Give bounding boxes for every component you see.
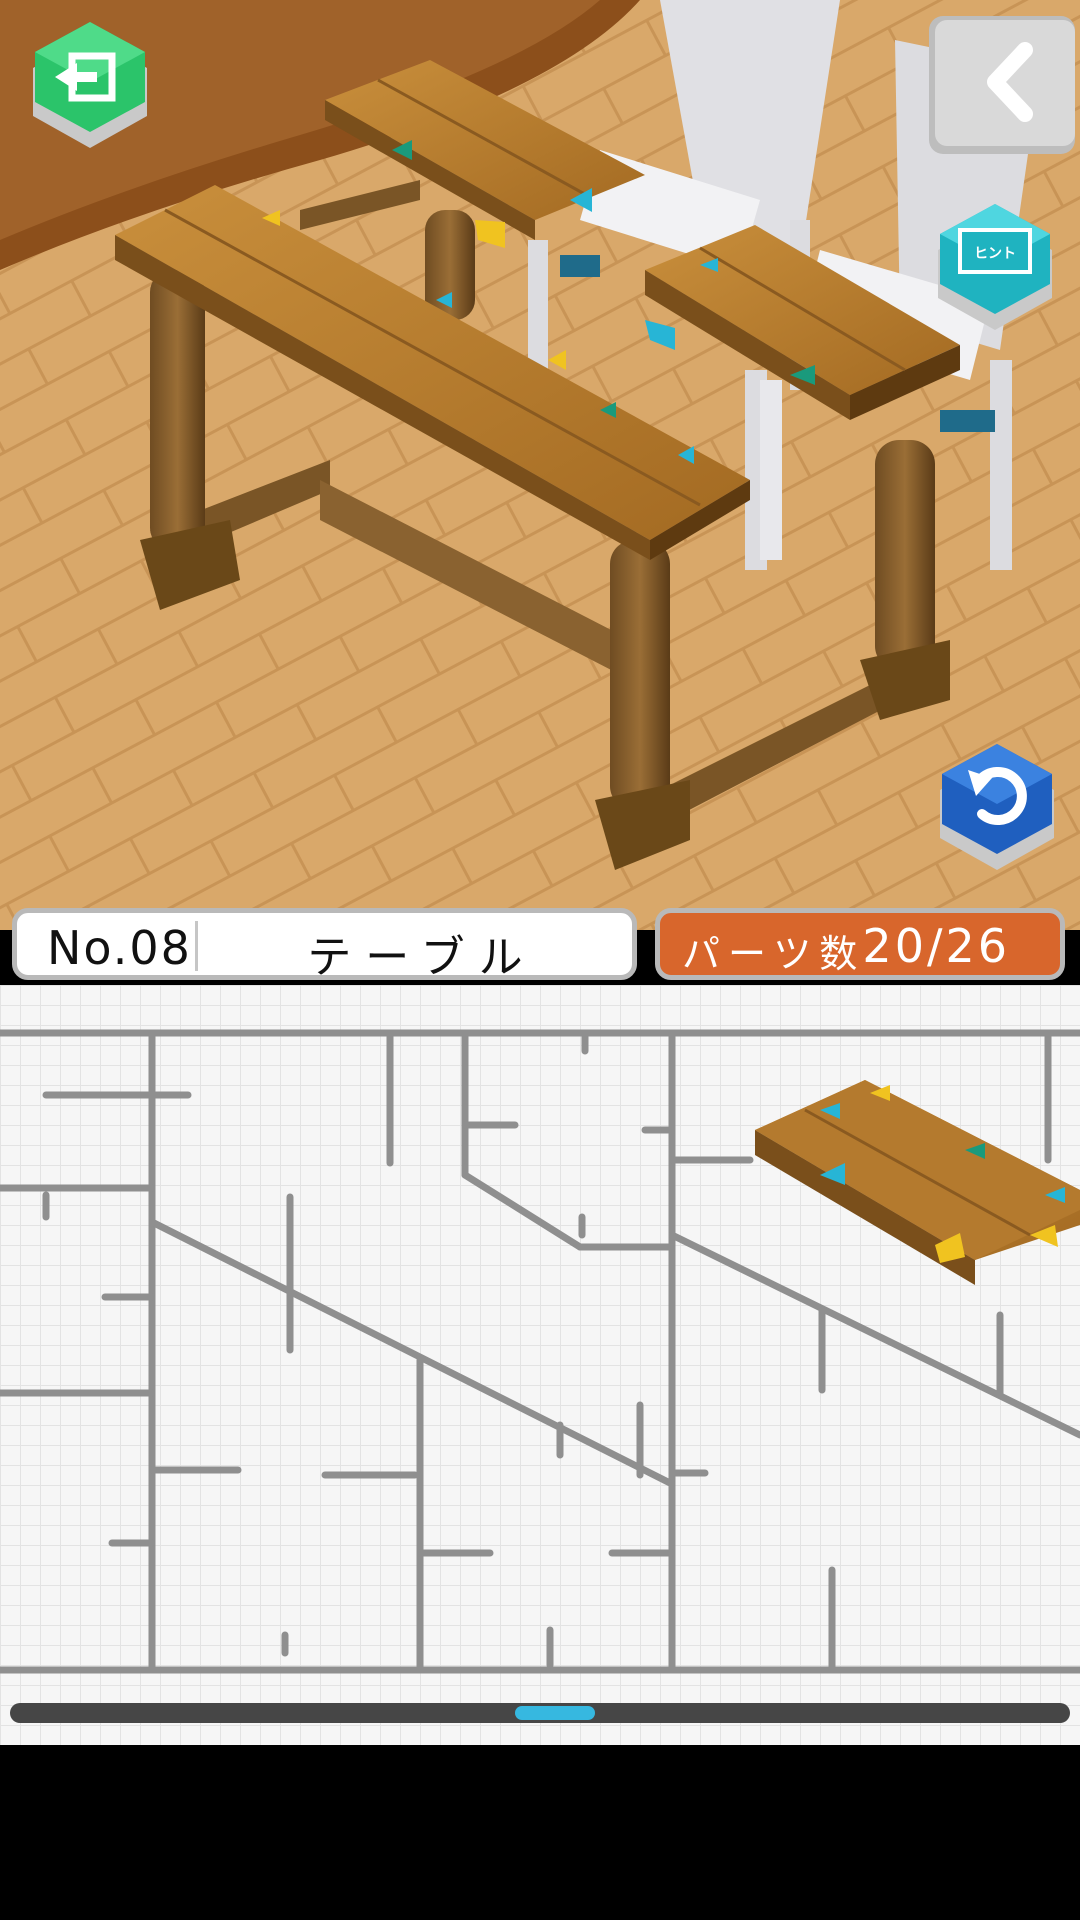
level-name: テーブル <box>307 932 537 983</box>
scene-illustration <box>0 0 1080 930</box>
parts-tray-grid <box>0 1029 1080 1674</box>
level-info: No.08 テーブル <box>12 908 637 983</box>
parts-tray[interactable] <box>0 985 1080 1745</box>
chevron-left-icon <box>929 16 1075 154</box>
undo-arrow-icon <box>940 744 1054 870</box>
parts-scrollbar[interactable] <box>10 1703 1070 1723</box>
exit-door-icon <box>33 22 147 148</box>
parts-count-box: パーツ数 20/26 <box>655 908 1065 980</box>
part-plank[interactable] <box>755 1080 1080 1285</box>
level-number: No.08 <box>47 921 192 975</box>
parts-scroll-thumb[interactable] <box>515 1706 595 1720</box>
film-hint-icon: ヒント <box>938 204 1052 330</box>
level-divider <box>195 921 198 971</box>
parts-count-value: 20/26 <box>862 919 1010 973</box>
back-button[interactable] <box>925 12 1075 157</box>
game-scene[interactable]: ヒント <box>0 0 1080 930</box>
hint-label: ヒント <box>974 246 1016 262</box>
undo-button[interactable] <box>932 740 1062 880</box>
parts-count-label: パーツ数 <box>682 932 866 976</box>
exit-button[interactable] <box>25 18 155 158</box>
hint-button[interactable]: ヒント <box>930 200 1060 340</box>
